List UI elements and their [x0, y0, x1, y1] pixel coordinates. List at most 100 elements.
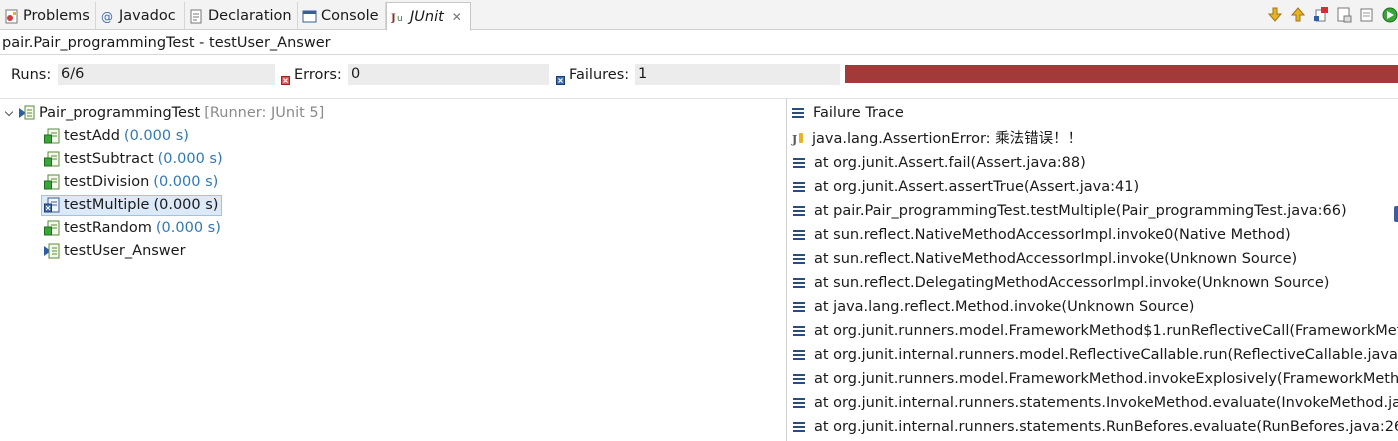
failures-counter: Failures:: [556, 65, 629, 85]
runs-label: Runs:: [11, 67, 52, 83]
trace-frame[interactable]: at org.junit.internal.runners.statements…: [792, 416, 1398, 438]
tab-console[interactable]: Console: [298, 2, 386, 30]
trace-frame-text: at sun.reflect.DelegatingMethodAccessorI…: [814, 275, 1330, 291]
trace-frame[interactable]: at pair.Pair_programmingTest.testMultipl…: [792, 200, 1347, 222]
tab-javadoc[interactable]: @ Javadoc: [96, 2, 185, 30]
stack-trace-icon: [791, 107, 805, 119]
test-passed-icon: [44, 128, 60, 144]
trace-frame-text: at org.junit.internal.runners.statements…: [814, 419, 1398, 435]
errors-count: 0: [348, 64, 549, 85]
selection-highlight: testMultiple (0.000 s): [41, 194, 223, 216]
stack-frame-icon: [792, 277, 806, 289]
test-name: testDivision: [64, 174, 150, 190]
tab-label: JUnit: [410, 8, 444, 25]
failures-label: Failures:: [569, 67, 630, 83]
stack-frame-icon: [792, 349, 806, 361]
tree-root-label: Pair_programmingTest: [39, 105, 201, 121]
trace-frame[interactable]: at org.junit.internal.runners.model.Refl…: [792, 344, 1398, 366]
stack-frame-icon: [792, 253, 806, 265]
failure-trace-title: Failure Trace: [813, 105, 904, 121]
history-icon[interactable]: [1357, 5, 1380, 25]
close-tab-icon[interactable]: ✕: [452, 10, 462, 24]
test-name: testUser_Answer: [64, 243, 186, 259]
test-running-icon: [44, 243, 60, 259]
stack-frame-icon: [792, 181, 806, 193]
junit-icon: Ju: [390, 9, 406, 24]
tree-root-node[interactable]: Pair_programmingTest [Runner: JUnit 5]: [4, 102, 324, 124]
declaration-icon: [189, 9, 204, 24]
runner-label: [Runner: JUnit 5]: [204, 105, 325, 121]
tab-junit[interactable]: Ju JUnit ✕: [386, 2, 471, 31]
test-run-title: pair.Pair_programmingTest - testUser_Ans…: [2, 35, 331, 51]
test-name: testMultiple: [64, 197, 150, 213]
view-toolbar: [1265, 5, 1398, 25]
trace-frame[interactable]: at org.junit.Assert.assertTrue(Assert.ja…: [792, 176, 1139, 198]
test-failed-icon: [44, 197, 60, 213]
test-passed-icon: [44, 220, 60, 236]
tab-label: Console: [321, 8, 379, 24]
test-duration: (0.000 s): [155, 220, 221, 236]
test-name: testRandom: [64, 220, 152, 236]
failures-count: 1: [635, 64, 840, 85]
divider: [0, 54, 1398, 55]
trace-frame-text: at org.junit.runners.model.FrameworkMeth…: [814, 323, 1398, 339]
trace-frame[interactable]: at org.junit.Assert.fail(Assert.java:88): [792, 152, 1086, 174]
stack-frame-icon: [792, 397, 806, 409]
test-duration: (0.000 s): [157, 151, 223, 167]
stack-frame-icon: [792, 373, 806, 385]
next-failure-icon[interactable]: [1265, 5, 1288, 25]
svg-text:u: u: [397, 14, 403, 24]
previous-failure-icon[interactable]: [1288, 5, 1311, 25]
trace-frame[interactable]: at org.junit.runners.model.FrameworkMeth…: [792, 368, 1398, 390]
stack-frame-icon: [792, 205, 806, 217]
stack-frame-icon: [792, 229, 806, 241]
trace-frame-text: at pair.Pair_programmingTest.testMultipl…: [814, 203, 1347, 219]
exception-message: java.lang.AssertionError: 乘法错误！！: [812, 131, 1083, 147]
error-icon: [281, 71, 290, 85]
trace-frame[interactable]: at sun.reflect.NativeMethodAccessorImpl.…: [792, 224, 1291, 246]
tab-problems[interactable]: Problems: [0, 2, 96, 30]
test-duration: (0.000 s): [153, 197, 219, 213]
test-suite-icon: [19, 105, 35, 121]
scroll-lock-icon[interactable]: [1334, 5, 1357, 25]
trace-frame[interactable]: at org.junit.internal.runners.statements…: [792, 392, 1398, 414]
trace-frame[interactable]: at org.junit.runners.model.FrameworkMeth…: [792, 320, 1398, 342]
test-duration: (0.000 s): [123, 128, 189, 144]
trace-frame-text: at sun.reflect.NativeMethodAccessorImpl.…: [814, 227, 1291, 243]
trace-frame-text: at sun.reflect.NativeMethodAccessorImpl.…: [814, 251, 1298, 267]
trace-frame[interactable]: at java.lang.reflect.Method.invoke(Unkno…: [792, 296, 1194, 318]
stack-frame-icon: [792, 301, 806, 313]
test-case-item[interactable]: testSubtract (0.000 s): [44, 148, 223, 170]
tab-declaration[interactable]: Declaration: [185, 2, 298, 30]
errors-label: Errors:: [294, 67, 342, 83]
svg-text:J: J: [391, 13, 396, 24]
stack-frame-icon: [792, 325, 806, 337]
runs-count: 6/6: [58, 64, 275, 85]
trace-frame[interactable]: at sun.reflect.NativeMethodAccessorImpl.…: [792, 248, 1297, 270]
overview-ruler-marker[interactable]: [1394, 206, 1398, 222]
rerun-icon[interactable]: [1380, 5, 1398, 25]
trace-exception-line[interactable]: J java.lang.AssertionError: 乘法错误！！: [792, 128, 1082, 150]
javadoc-icon: @: [100, 9, 115, 24]
exception-icon: J: [792, 131, 806, 147]
failure-icon: [556, 71, 565, 85]
failure-trace-list[interactable]: J java.lang.AssertionError: 乘法错误！！ at or…: [787, 126, 1398, 441]
chevron-down-icon[interactable]: [4, 102, 16, 124]
show-failures-only-icon[interactable]: [1311, 5, 1334, 25]
test-case-item[interactable]: testUser_Answer: [44, 240, 186, 262]
stack-frame-icon: [792, 157, 806, 169]
trace-frame-text: at org.junit.internal.runners.statements…: [814, 395, 1398, 411]
test-case-item-selected[interactable]: testMultiple (0.000 s): [41, 194, 223, 216]
test-case-item[interactable]: testDivision (0.000 s): [44, 171, 218, 193]
svg-text:@: @: [101, 10, 113, 24]
test-progress-bar: [845, 65, 1398, 83]
problems-icon: [4, 9, 19, 24]
failure-trace-header: Failure Trace: [791, 102, 904, 124]
test-case-item[interactable]: testAdd (0.000 s): [44, 125, 189, 147]
trace-frame[interactable]: at sun.reflect.DelegatingMethodAccessorI…: [792, 272, 1329, 294]
test-name: testAdd: [64, 128, 120, 144]
view-tab-bar: Problems @ Javadoc Declaration Console J…: [0, 0, 1398, 31]
trace-frame-text: at org.junit.Assert.fail(Assert.java:88): [814, 155, 1086, 171]
tab-label: Declaration: [208, 8, 292, 24]
test-case-item[interactable]: testRandom (0.000 s): [44, 217, 221, 239]
